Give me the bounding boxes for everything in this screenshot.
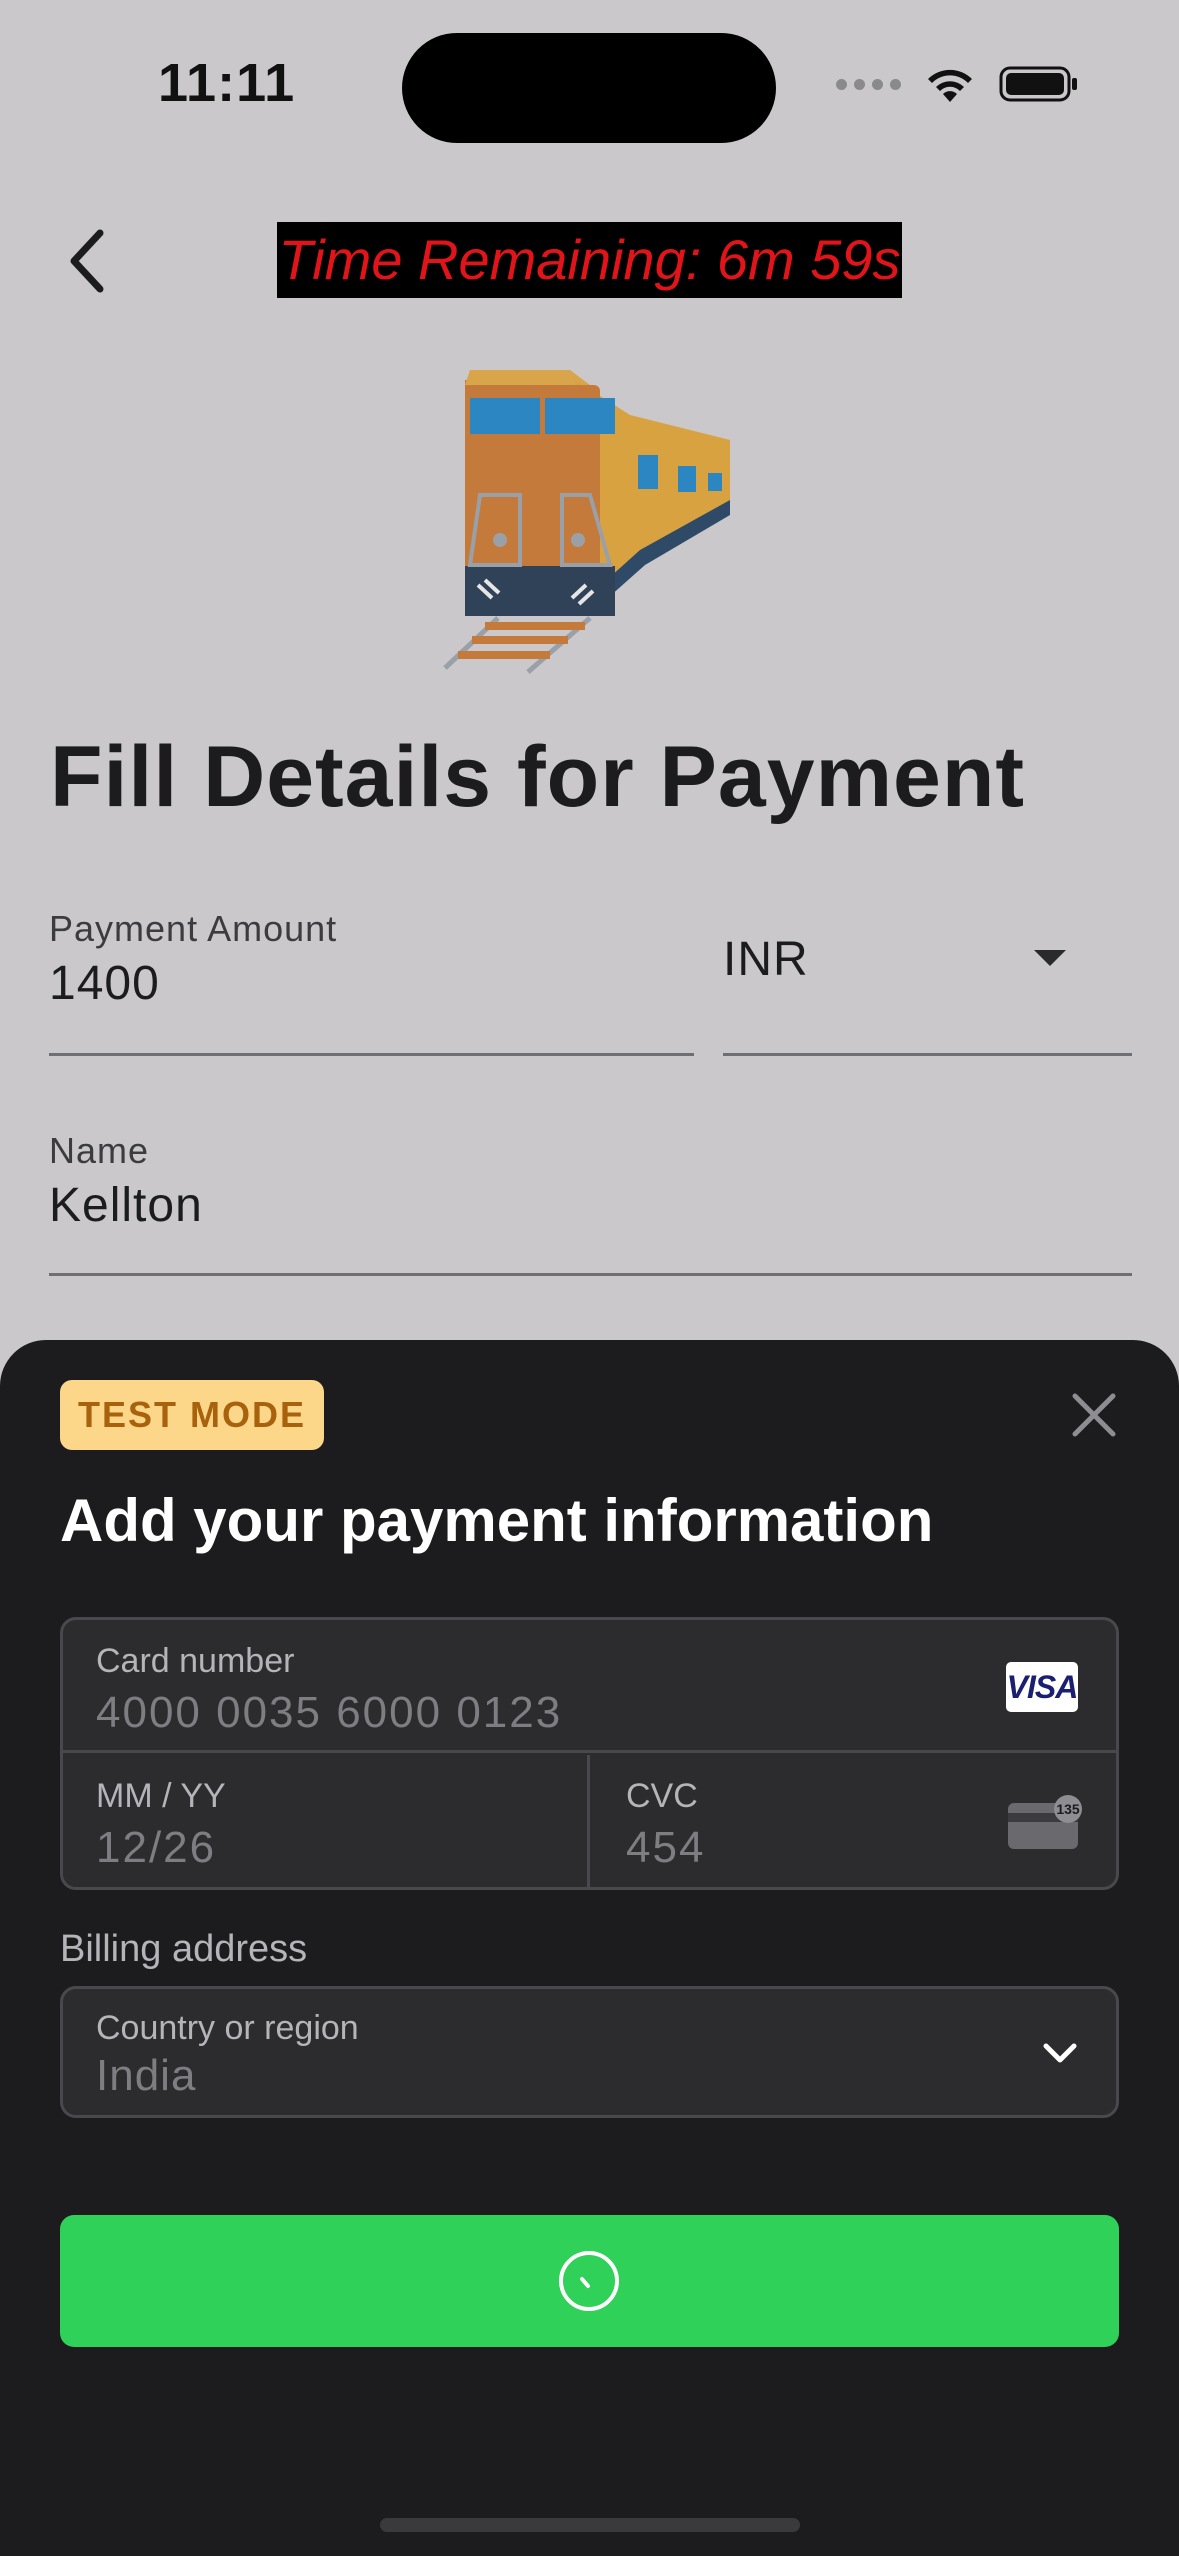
cvc-card-icon: 135 xyxy=(1008,1795,1082,1849)
page-title: Fill Details for Payment xyxy=(50,729,1026,825)
expiry-label: MM / YY xyxy=(96,1777,226,1815)
currency-value: INR xyxy=(723,933,809,986)
test-mode-badge: TEST MODE xyxy=(60,1380,325,1450)
wifi-icon xyxy=(928,69,972,102)
country-value: India xyxy=(96,2051,197,2100)
battery-icon xyxy=(999,66,1077,102)
payment-amount-label: Payment Amount xyxy=(49,908,338,949)
card-number-field[interactable]: Card number 4000 0035 6000 0123 VISA xyxy=(63,1620,1116,1753)
name-field[interactable]: Name Kellton xyxy=(49,1122,1132,1276)
cvc-icon-text: 135 xyxy=(1056,1801,1080,1817)
country-label: Country or region xyxy=(96,2009,359,2047)
status-icons xyxy=(836,64,1079,104)
currency-dropdown[interactable]: INR xyxy=(723,900,1132,1056)
home-indicator xyxy=(380,2518,800,2532)
loading-spinner-icon xyxy=(559,2251,619,2311)
billing-address-label: Billing address xyxy=(60,1928,308,1970)
visa-icon: VISA xyxy=(1006,1662,1078,1712)
card-number-value: 4000 0035 6000 0123 xyxy=(96,1688,563,1737)
status-time: 11:11 xyxy=(158,53,296,113)
country-select[interactable]: Country or region India xyxy=(60,1986,1119,2118)
expiry-value: 12/26 xyxy=(96,1823,217,1872)
payment-amount-field[interactable]: Payment Amount 1400 xyxy=(49,900,694,1056)
back-button[interactable] xyxy=(58,226,114,296)
expiry-field[interactable]: MM / YY 12/26 xyxy=(63,1755,590,1887)
pay-button[interactable] xyxy=(60,2215,1119,2347)
dynamic-island xyxy=(402,33,776,143)
screen: 11:11 Time Remaining: 6m 59s Fill Detail… xyxy=(0,0,1179,2556)
cvc-label: CVC xyxy=(626,1777,698,1815)
chevron-left-icon xyxy=(70,229,104,293)
payment-sheet: TEST MODE Add your payment information C… xyxy=(0,1340,1179,2556)
chevron-down-icon xyxy=(1043,2043,1077,2063)
train-illustration xyxy=(443,370,730,674)
cvc-value: 454 xyxy=(626,1823,706,1872)
time-remaining-banner: Time Remaining: 6m 59s xyxy=(277,222,902,298)
caret-down-icon xyxy=(1034,950,1066,966)
cvc-field[interactable]: CVC 454 135 xyxy=(593,1755,1116,1887)
sheet-title: Add your payment information xyxy=(60,1487,934,1554)
name-value: Kellton xyxy=(49,1179,203,1232)
name-label: Name xyxy=(49,1130,150,1171)
card-number-label: Card number xyxy=(96,1642,295,1680)
card-details-group: Card number 4000 0035 6000 0123 VISA MM … xyxy=(60,1617,1119,1890)
payment-amount-value: 1400 xyxy=(49,957,160,1010)
cellular-signal-icon xyxy=(836,78,901,90)
close-icon[interactable] xyxy=(1067,1388,1121,1442)
